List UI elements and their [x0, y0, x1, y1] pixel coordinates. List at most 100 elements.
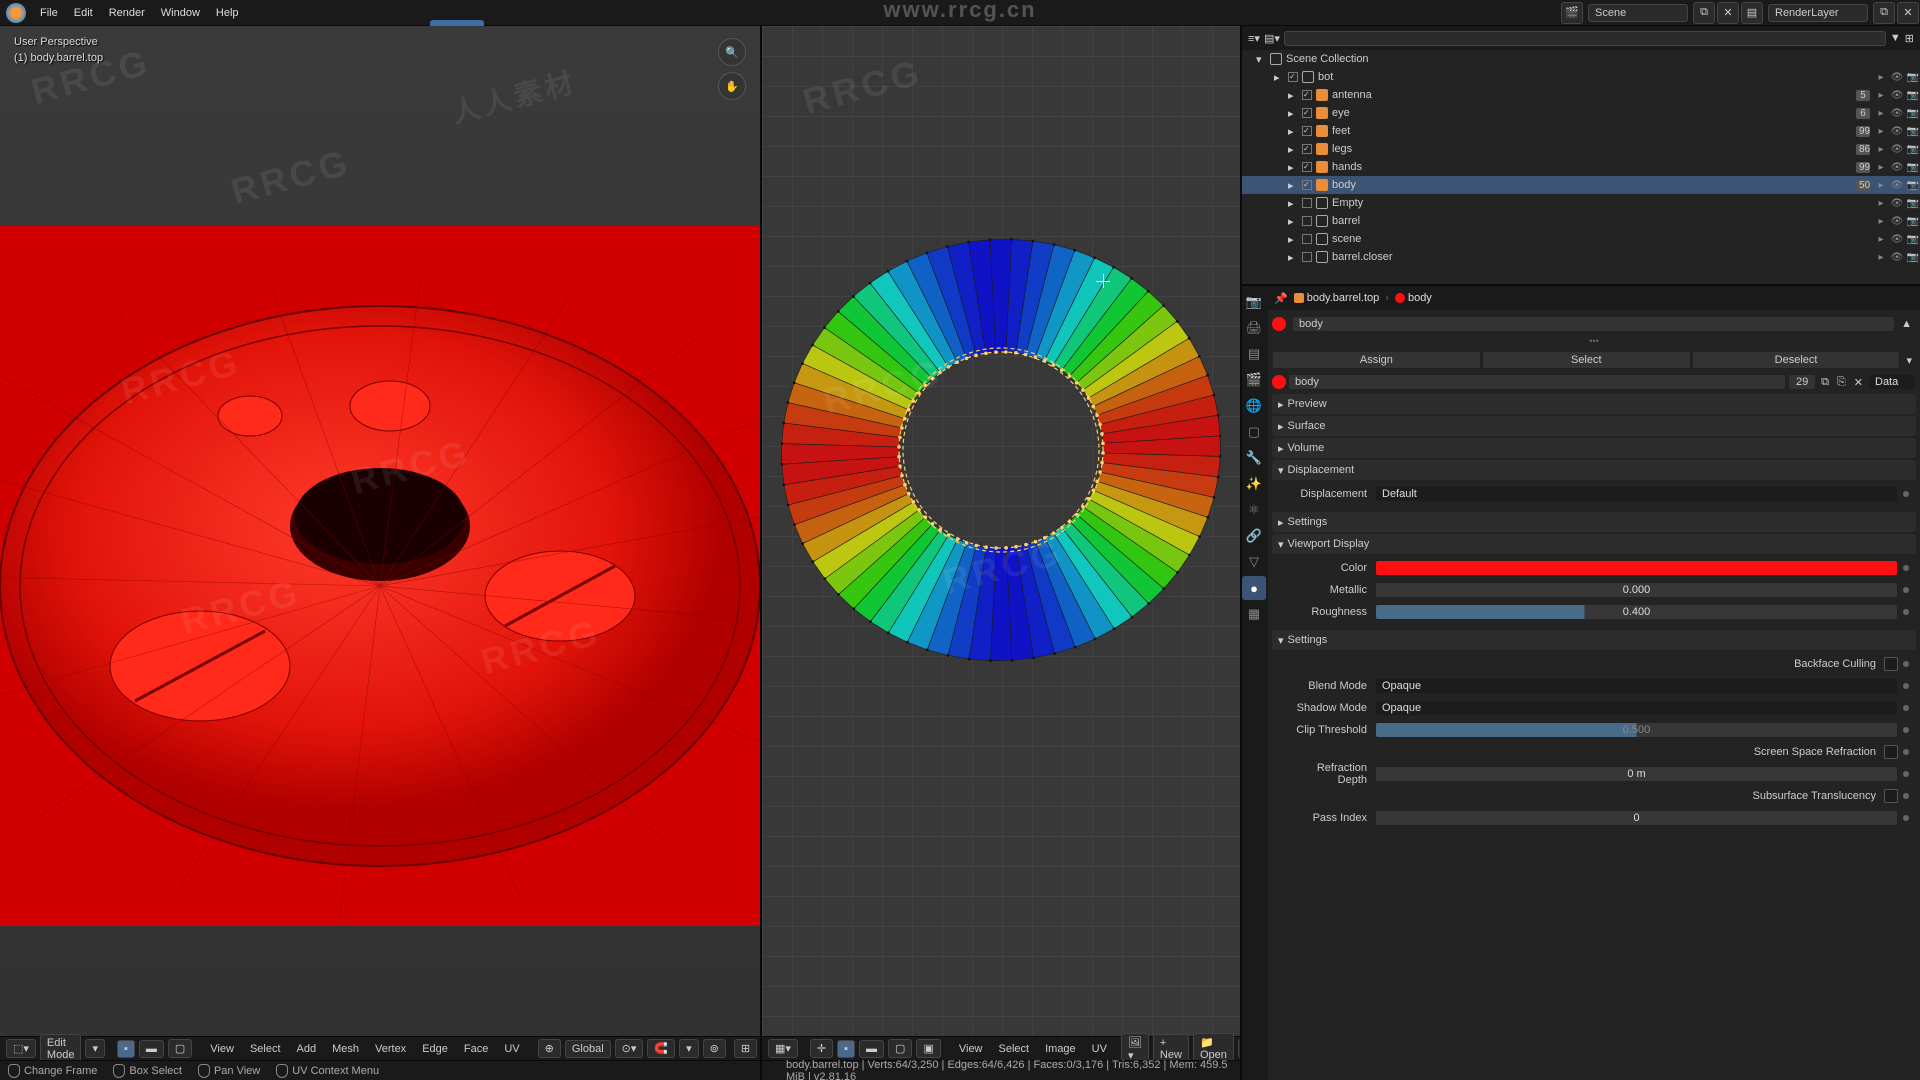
breadcrumb-material[interactable]: body: [1395, 292, 1432, 304]
material-copy-icon[interactable]: ⎘: [1834, 376, 1849, 389]
uv-pin-icon[interactable]: 📌: [1238, 1039, 1240, 1058]
render-icon[interactable]: 📷: [1906, 252, 1920, 263]
tab-physics-icon[interactable]: ⚛: [1242, 498, 1266, 522]
render-icon[interactable]: 📷: [1906, 234, 1920, 245]
breadcrumb-object[interactable]: body.barrel.top: [1294, 292, 1380, 304]
menu-face-3d[interactable]: Face: [458, 1041, 494, 1057]
visibility-checkbox[interactable]: [1302, 90, 1312, 100]
uv-cursor-tool-icon[interactable]: ✛: [810, 1039, 833, 1058]
visibility-checkbox[interactable]: [1302, 162, 1312, 172]
disclosure-icon[interactable]: ▸: [1874, 180, 1888, 191]
material-name-field[interactable]: body: [1288, 374, 1786, 390]
pan-gizmo-icon[interactable]: ✋: [718, 72, 746, 100]
visibility-checkbox[interactable]: [1302, 108, 1312, 118]
tree-row-antenna[interactable]: ▸antenna5▸👁📷: [1242, 86, 1920, 104]
disclosure-icon[interactable]: ▸: [1874, 144, 1888, 155]
tab-material-icon[interactable]: ●: [1242, 576, 1266, 600]
outliner-new-coll-icon[interactable]: ⊞: [1905, 32, 1914, 45]
tree-row-body[interactable]: ▸body50▸👁📷: [1242, 176, 1920, 194]
tree-row-eye[interactable]: ▸eye6▸👁📷: [1242, 104, 1920, 122]
outliner-display-icon[interactable]: ▤▾: [1264, 32, 1280, 45]
snap-options-icon[interactable]: ▾: [679, 1039, 699, 1058]
panel-settings2[interactable]: ▾Settings: [1272, 630, 1916, 650]
eye-icon[interactable]: 👁: [1890, 72, 1904, 83]
menu-vertex-3d[interactable]: Vertex: [369, 1041, 412, 1057]
tree-row-legs[interactable]: ▸legs86▸👁📷: [1242, 140, 1920, 158]
disclosure-icon[interactable]: ▸: [1874, 126, 1888, 137]
displacement-dropdown[interactable]: Default: [1375, 486, 1898, 502]
render-icon[interactable]: 📷: [1906, 198, 1920, 209]
eye-icon[interactable]: 👁: [1890, 252, 1904, 263]
menu-edge-3d[interactable]: Edge: [416, 1041, 454, 1057]
select-mode-edge[interactable]: ▬: [139, 1040, 164, 1058]
visibility-checkbox[interactable]: [1302, 126, 1312, 136]
select-button[interactable]: Select: [1482, 351, 1691, 369]
eye-icon[interactable]: 👁: [1890, 126, 1904, 137]
shadow-anim-icon[interactable]: [1903, 705, 1909, 711]
assign-button[interactable]: Assign: [1272, 351, 1481, 369]
disclosure-icon[interactable]: ▸: [1874, 216, 1888, 227]
tree-row-bot[interactable]: ▸bot▸👁📷: [1242, 68, 1920, 86]
visibility-checkbox[interactable]: [1302, 234, 1312, 244]
eye-icon[interactable]: 👁: [1890, 162, 1904, 173]
visibility-checkbox[interactable]: [1302, 252, 1312, 262]
uv-menu-view[interactable]: View: [953, 1041, 989, 1057]
select-mode-face[interactable]: ▢: [168, 1039, 192, 1058]
tree-scene-collection[interactable]: ▾ Scene Collection: [1242, 50, 1920, 68]
zoom-gizmo-icon[interactable]: 🔍: [718, 38, 746, 66]
tab-render-icon[interactable]: 📷: [1242, 290, 1266, 314]
backface-checkbox[interactable]: [1884, 657, 1898, 671]
panel-preview[interactable]: ▸Preview: [1272, 394, 1916, 414]
select-mode-vertex[interactable]: ▪: [117, 1040, 135, 1058]
eye-icon[interactable]: 👁: [1890, 234, 1904, 245]
tab-object-icon[interactable]: ▢: [1242, 420, 1266, 444]
tree-row-hands[interactable]: ▸hands99▸👁📷: [1242, 158, 1920, 176]
pass-anim-icon[interactable]: [1903, 815, 1909, 821]
mode-options-icon[interactable]: ▾: [85, 1039, 105, 1058]
panel-volume[interactable]: ▸Volume: [1272, 438, 1916, 458]
visibility-checkbox[interactable]: [1302, 198, 1312, 208]
pivot-icon[interactable]: ⊙▾: [615, 1039, 644, 1058]
eye-icon[interactable]: 👁: [1890, 180, 1904, 191]
panel-settings1[interactable]: ▸Settings: [1272, 512, 1916, 532]
render-icon[interactable]: 📷: [1906, 126, 1920, 137]
disclosure-icon[interactable]: ▸: [1874, 234, 1888, 245]
sss-checkbox[interactable]: [1884, 789, 1898, 803]
disclosure-icon[interactable]: ▸: [1874, 162, 1888, 173]
sss-anim-icon[interactable]: [1903, 793, 1909, 799]
outliner-search-input[interactable]: [1284, 31, 1886, 46]
blend-anim-icon[interactable]: [1903, 683, 1909, 689]
render-icon[interactable]: 📷: [1906, 144, 1920, 155]
tree-row-barrel[interactable]: ▸barrel▸👁📷: [1242, 212, 1920, 230]
outliner-type-icon[interactable]: ≡▾: [1248, 32, 1260, 45]
tree-row-feet[interactable]: ▸feet99▸👁📷: [1242, 122, 1920, 140]
clip-anim-icon[interactable]: [1903, 727, 1909, 733]
tab-particles-icon[interactable]: ✨: [1242, 472, 1266, 496]
disclosure-icon[interactable]: ▸: [1874, 108, 1888, 119]
material-link-dropdown[interactable]: Data: [1868, 374, 1916, 390]
pass-index-field[interactable]: 0: [1375, 810, 1898, 826]
material-slot-name[interactable]: body: [1292, 316, 1895, 332]
blend-mode-dropdown[interactable]: Opaque: [1375, 678, 1898, 694]
render-icon[interactable]: 📷: [1906, 216, 1920, 227]
render-icon[interactable]: 📷: [1906, 162, 1920, 173]
material-new-icon[interactable]: ⧉: [1818, 376, 1832, 389]
roughness-field[interactable]: 0.400: [1375, 604, 1898, 620]
shadow-mode-dropdown[interactable]: Opaque: [1375, 700, 1898, 716]
tab-constraints-icon[interactable]: 🔗: [1242, 524, 1266, 548]
outliner-filter-icon[interactable]: ▼: [1890, 32, 1901, 44]
panel-surface[interactable]: ▸Surface: [1272, 416, 1916, 436]
visibility-checkbox[interactable]: [1302, 180, 1312, 190]
tree-row-barrel.closer[interactable]: ▸barrel.closer▸👁📷: [1242, 248, 1920, 266]
eye-icon[interactable]: 👁: [1890, 198, 1904, 209]
tab-data-icon[interactable]: ▽: [1242, 550, 1266, 574]
refdepth-anim-icon[interactable]: [1903, 771, 1909, 777]
color-anim-icon[interactable]: [1903, 565, 1909, 571]
render-icon[interactable]: 📷: [1906, 72, 1920, 83]
color-field[interactable]: [1375, 560, 1898, 576]
visibility-checkbox[interactable]: [1288, 72, 1298, 82]
ssr-anim-icon[interactable]: [1903, 749, 1909, 755]
tab-viewlayer-icon[interactable]: ▤: [1242, 342, 1266, 366]
tree-row-Empty[interactable]: ▸Empty▸👁📷: [1242, 194, 1920, 212]
clip-threshold-field[interactable]: 0.500: [1375, 722, 1898, 738]
